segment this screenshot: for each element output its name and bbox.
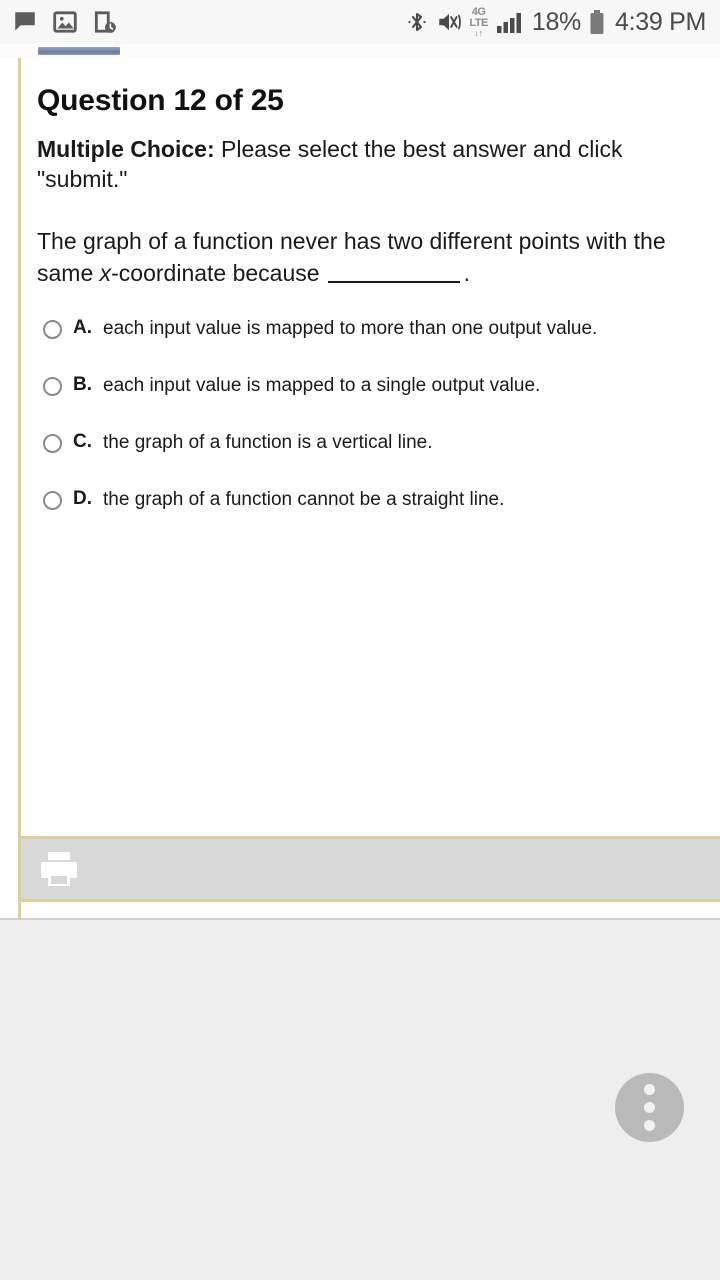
- page-title: Question 12 of 25: [37, 84, 284, 117]
- option-letter-b: B.: [73, 374, 92, 396]
- status-bar-system-icons: 4G LTE ↓↑ 18% 4:39 PM: [405, 5, 706, 38]
- option-text-b: each input value is mapped to a single o…: [103, 375, 541, 397]
- clock-label: 4:39 PM: [614, 7, 706, 36]
- overflow-dot-3: [644, 1120, 655, 1131]
- stem-variable: x: [99, 259, 112, 286]
- overflow-menu-icon[interactable]: [615, 1073, 684, 1142]
- radio-button-b[interactable]: [43, 377, 62, 397]
- signal-bars-icon: [495, 9, 525, 35]
- network-type-label: LTE: [469, 16, 488, 29]
- question-instructions: Multiple Choice: Please select the best …: [37, 134, 702, 195]
- status-bar: 4G LTE ↓↑ 18% 4:39 PM: [0, 0, 720, 44]
- question-card: Question 12 of 25 Multiple Choice: Pleas…: [18, 58, 720, 918]
- overflow-dot-2: [644, 1102, 655, 1113]
- option-c[interactable]: C. the graph of a function is a vertical…: [37, 429, 702, 486]
- option-letter-a: A.: [73, 317, 92, 339]
- option-letter-c: C.: [73, 431, 92, 453]
- question-stem: The graph of a function never has two di…: [37, 225, 702, 289]
- vibrate-mute-icon: [436, 9, 462, 35]
- stem-text-part2: -coordinate because: [111, 259, 320, 286]
- network-arrows: ↓↑: [474, 27, 484, 38]
- instructions-label: Multiple Choice:: [37, 136, 215, 162]
- network-type-icon: 4G LTE ↓↑: [469, 5, 488, 38]
- device-clock-icon: [92, 9, 118, 35]
- question-card-body: Question 12 of 25 Multiple Choice: Pleas…: [21, 58, 720, 852]
- battery-percent-label: 18%: [531, 7, 581, 36]
- lower-chrome: [0, 920, 720, 1280]
- image-icon: [52, 9, 78, 35]
- option-letter-d: D.: [73, 488, 92, 510]
- active-tab-indicator[interactable]: [38, 47, 120, 55]
- battery-icon: [589, 9, 605, 36]
- option-d[interactable]: D. the graph of a function cannot be a s…: [37, 486, 702, 543]
- bluetooth-icon: [405, 9, 429, 35]
- option-text-c: the graph of a function is a vertical li…: [103, 432, 433, 454]
- radio-button-d[interactable]: [43, 491, 62, 511]
- radio-button-c[interactable]: [43, 434, 62, 454]
- option-b[interactable]: B. each input value is mapped to a singl…: [37, 372, 702, 429]
- option-text-d: the graph of a function cannot be a stra…: [103, 489, 505, 511]
- print-icon[interactable]: [37, 849, 81, 889]
- radio-button-a[interactable]: [43, 320, 62, 340]
- stem-period: .: [463, 259, 470, 286]
- status-bar-notifications: [12, 9, 118, 35]
- network-gen-label: 4G: [471, 5, 486, 18]
- option-text-a: each input value is mapped to more than …: [103, 318, 598, 340]
- message-icon: [12, 9, 38, 35]
- tab-strip: [0, 44, 720, 58]
- answer-options: A. each input value is mapped to more th…: [37, 315, 702, 543]
- overflow-dot-1: [644, 1084, 655, 1095]
- question-toolbar: [21, 836, 720, 902]
- option-a[interactable]: A. each input value is mapped to more th…: [37, 315, 702, 372]
- browser-webview: Question 12 of 25 Multiple Choice: Pleas…: [0, 44, 720, 920]
- answer-blank: [327, 265, 460, 283]
